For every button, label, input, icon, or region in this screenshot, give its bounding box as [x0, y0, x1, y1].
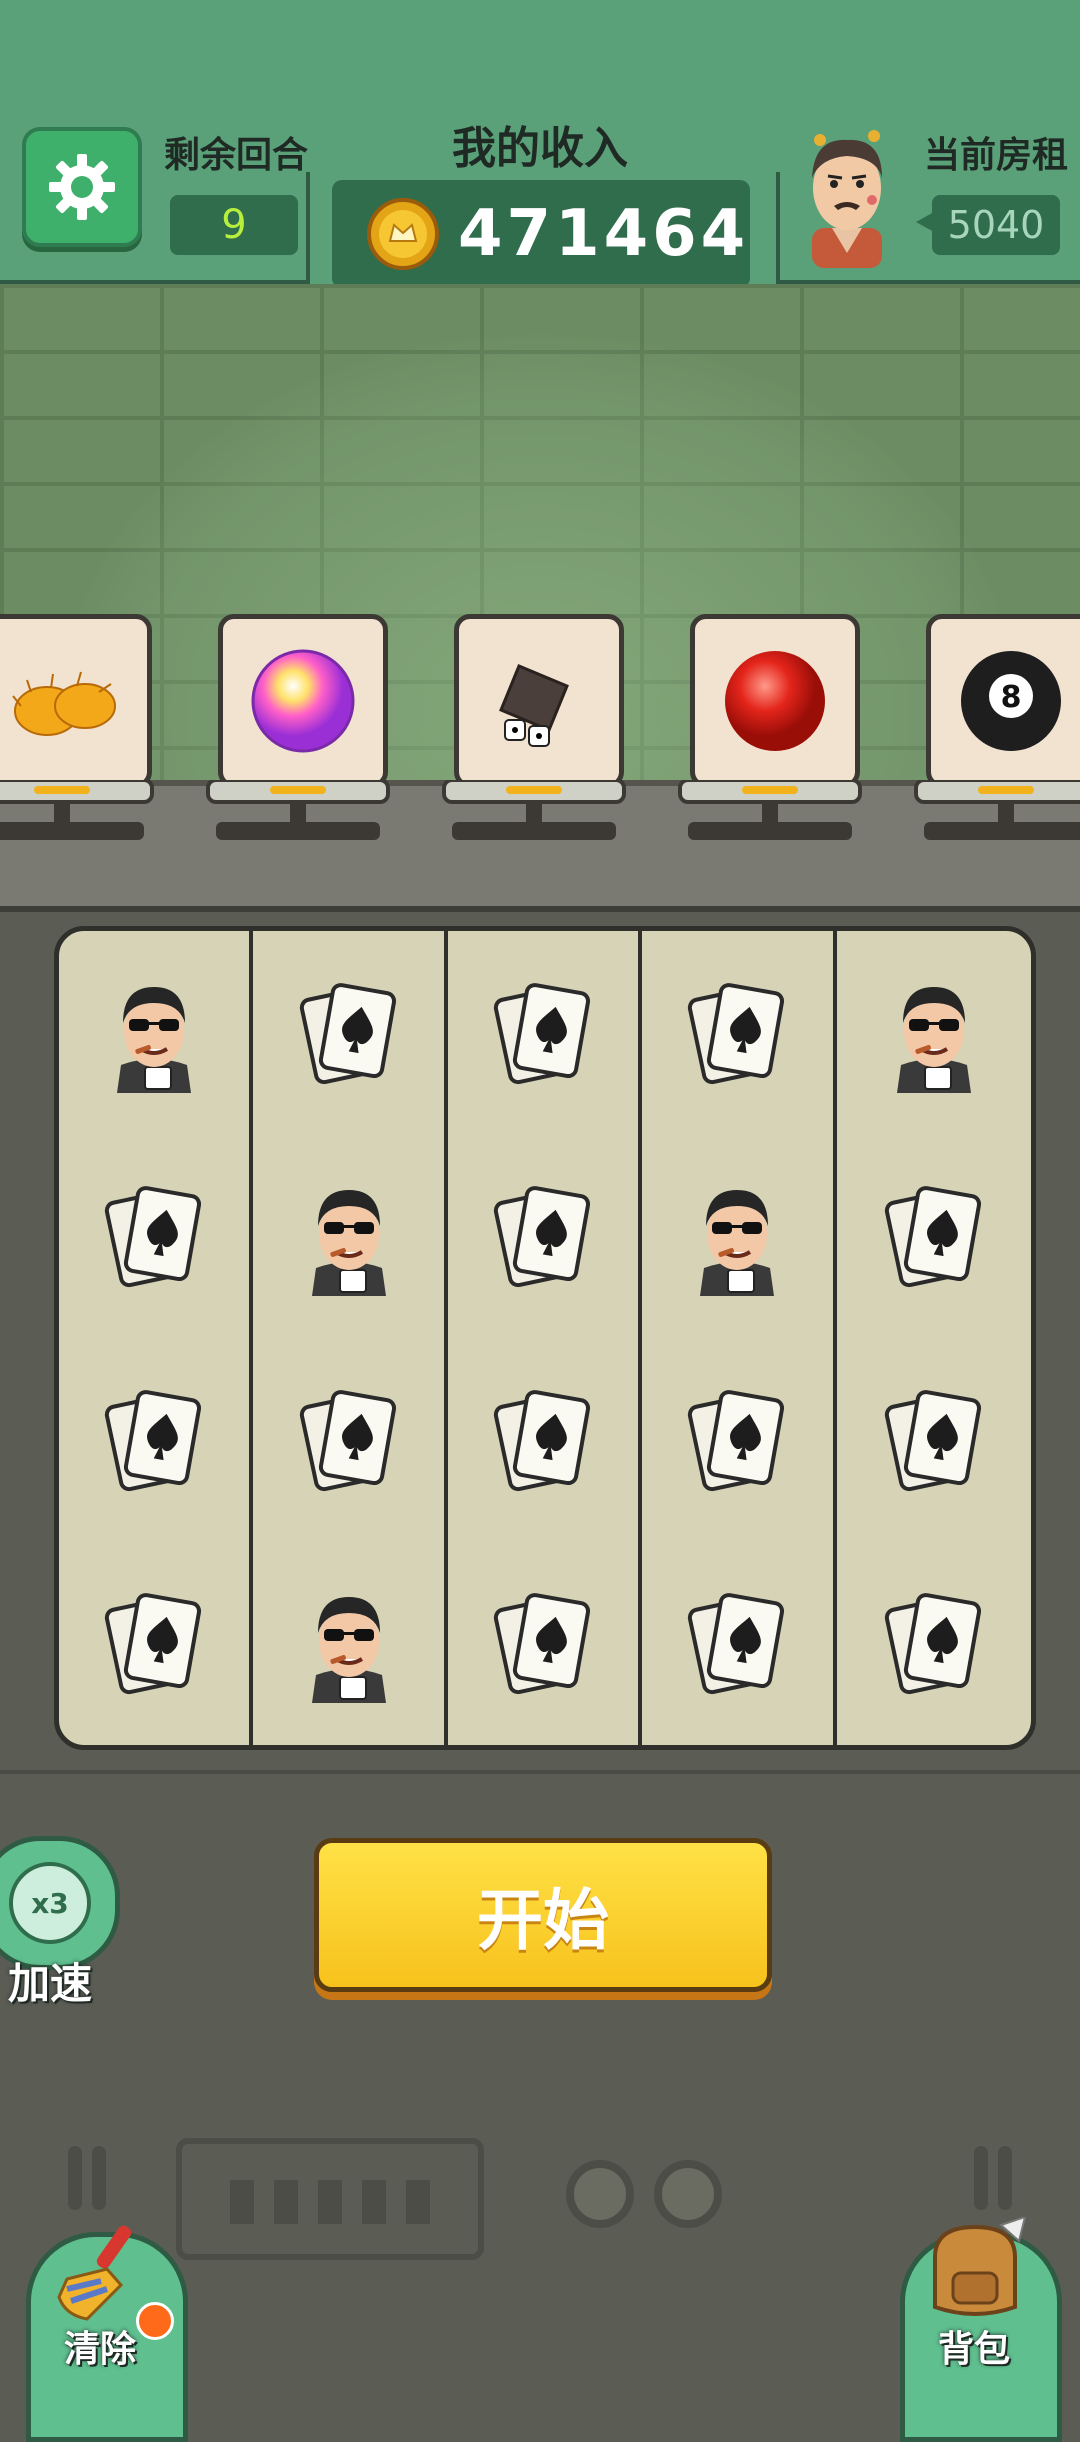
rounds-value: 9 — [170, 195, 298, 255]
playing-cards-icon — [884, 1593, 981, 1695]
playing-cards-icon — [493, 1593, 591, 1695]
slot-cell — [837, 931, 1031, 1135]
playing-cards-icon — [493, 982, 591, 1084]
income-value: 471464 — [458, 197, 750, 271]
gambler-icon — [896, 986, 971, 1093]
playing-cards-icon — [105, 1593, 202, 1695]
playing-cards-icon — [884, 1389, 981, 1491]
dice-cup-icon — [499, 664, 569, 747]
gambler-icon — [117, 986, 192, 1093]
slot-cell — [448, 1338, 643, 1542]
coin-icon — [367, 198, 439, 270]
slot-cell — [837, 1135, 1031, 1339]
income-title: 我的收入 — [452, 123, 628, 174]
gambler-icon — [700, 1190, 775, 1297]
item-stand — [206, 780, 390, 840]
playing-cards-icon — [688, 1389, 785, 1491]
playing-cards-icon — [299, 1389, 396, 1491]
red-ball-icon — [725, 651, 825, 751]
item-stand — [678, 780, 862, 840]
playing-cards-icon — [105, 1186, 202, 1288]
slot-cell — [837, 1338, 1031, 1542]
slot-cell — [642, 931, 837, 1135]
shelf-item-rainbow-orb[interactable] — [218, 614, 388, 788]
slot-grid — [54, 926, 1036, 1750]
machine-knob — [654, 2160, 722, 2228]
item-stand — [0, 780, 154, 840]
ball-number: 8 — [1001, 680, 1022, 715]
item-stand — [914, 780, 1080, 840]
playing-cards-icon — [688, 1593, 785, 1695]
slot-cell — [642, 1541, 837, 1745]
shelf-item-billiard-8-ball[interactable]: 8 — [926, 614, 1080, 788]
slot-cell — [642, 1338, 837, 1542]
playing-cards-icon — [105, 1389, 202, 1491]
backpack-icon — [933, 2217, 1027, 2316]
playing-cards-icon — [688, 982, 785, 1084]
item-stand — [442, 780, 626, 840]
shelf-item-golden-fur[interactable] — [0, 614, 152, 788]
bag-label: 背包 — [938, 2329, 1011, 2370]
slot-cell — [59, 1134, 254, 1338]
slot-cell — [59, 931, 254, 1135]
slot-cell — [59, 1338, 254, 1542]
playing-cards-icon — [493, 1186, 591, 1288]
slot-cell — [253, 1338, 448, 1542]
speed-label: 加速 — [8, 1959, 93, 2008]
rainbow-orb-icon — [251, 649, 355, 753]
base-slot — [998, 2146, 1012, 2210]
slot-cell — [448, 1541, 643, 1745]
playing-cards-icon — [884, 1186, 981, 1288]
base-slot — [68, 2146, 82, 2210]
base-slot — [92, 2146, 106, 2210]
slot-cell — [253, 1541, 448, 1745]
shelf-item-red-ball[interactable] — [690, 614, 860, 788]
billiard-8-ball-icon: 8 — [961, 651, 1061, 751]
start-button[interactable]: 开始 — [314, 1838, 772, 1992]
rent-value: 5040 — [932, 195, 1060, 255]
playing-cards-icon — [493, 1389, 591, 1491]
slot-cell — [59, 1541, 254, 1745]
slot-cell — [253, 931, 448, 1135]
playing-cards-icon — [299, 982, 396, 1084]
slot-cell — [448, 931, 643, 1135]
speed-multiplier-badge: x3 — [9, 1862, 91, 1944]
shelf-item-dice-cup[interactable] — [454, 614, 624, 788]
income-display: 471464 — [332, 180, 750, 288]
ad-play-icon — [136, 2302, 174, 2340]
slot-cell — [837, 1542, 1031, 1746]
machine-knob — [566, 2160, 634, 2228]
golden-fur-icon — [12, 671, 116, 736]
slot-cell — [448, 1134, 643, 1338]
gambler-icon — [311, 1190, 386, 1297]
rent-label: 当前房租 — [924, 135, 1069, 176]
slot-cell — [642, 1134, 837, 1338]
base-slot — [974, 2146, 988, 2210]
slot-cell — [253, 1134, 448, 1338]
machine-console — [176, 2138, 484, 2260]
clear-label: 清除 — [64, 2329, 137, 2370]
landlord-avatar — [812, 130, 882, 268]
gambler-icon — [311, 1597, 386, 1704]
